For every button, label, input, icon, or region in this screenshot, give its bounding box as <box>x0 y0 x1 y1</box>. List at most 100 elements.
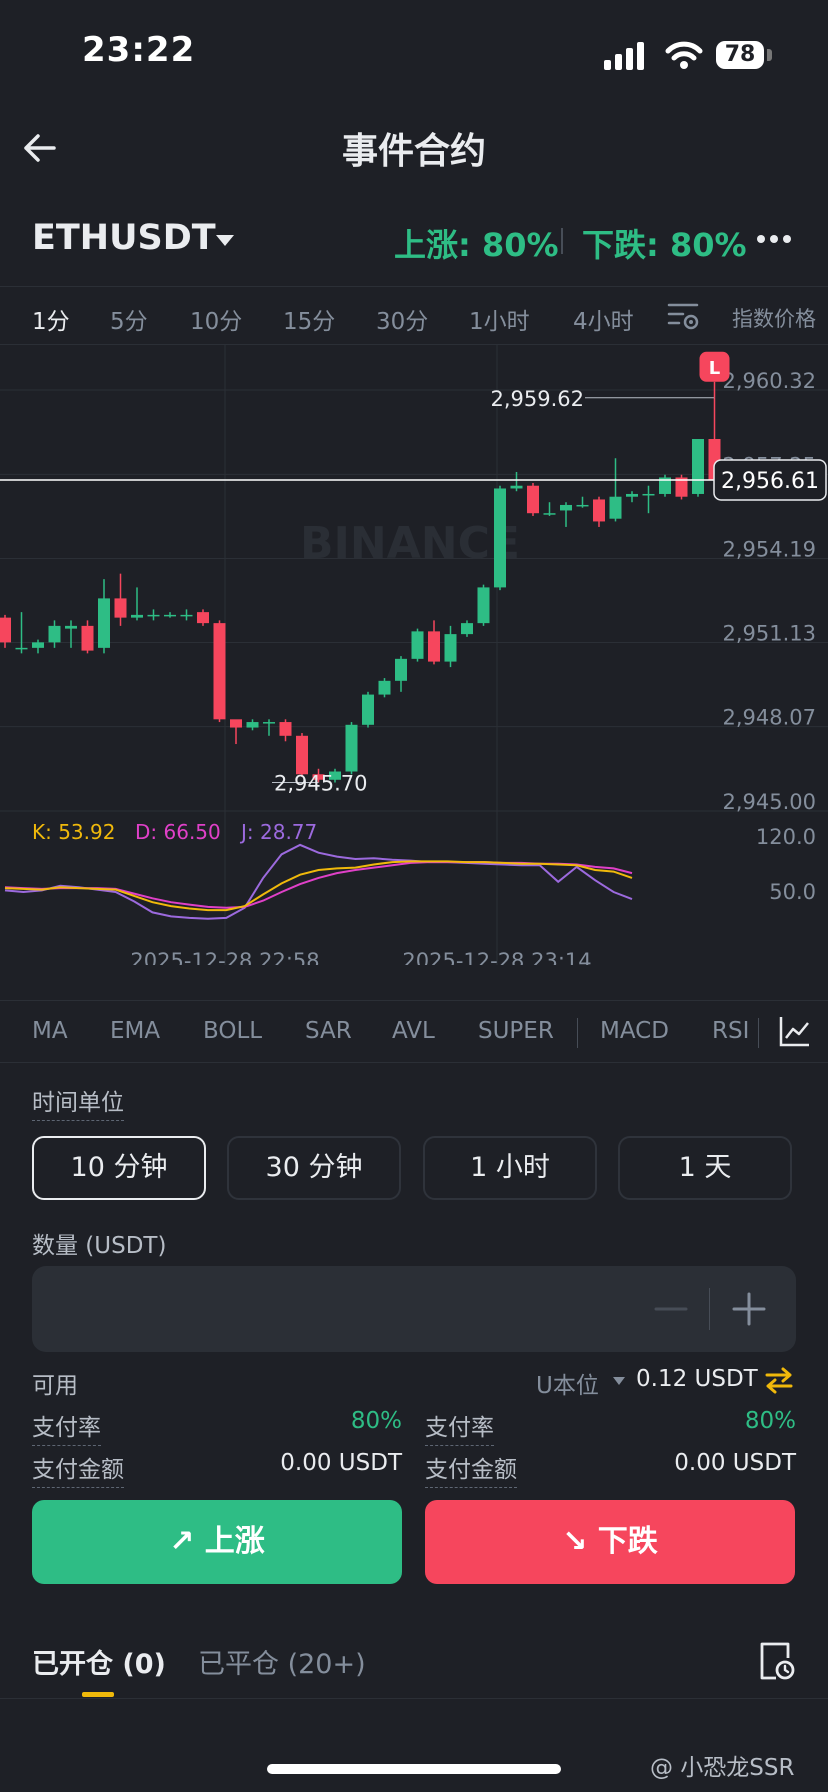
divider <box>0 1000 828 1001</box>
candle-body <box>461 623 473 635</box>
duration-30min[interactable]: 30 分钟 <box>227 1136 401 1200</box>
candle <box>246 719 259 731</box>
duration-10min[interactable]: 10 分钟 <box>32 1136 206 1200</box>
timeframe-1m[interactable]: 1分 <box>32 302 70 336</box>
candle <box>494 485 506 591</box>
indicator-super[interactable]: SUPER <box>478 1018 554 1044</box>
timeframe-4h[interactable]: 4小时 <box>573 302 634 336</box>
candle <box>362 691 374 728</box>
payout-amount-rise: 0.00 USDT <box>280 1450 402 1476</box>
candle-body <box>131 614 143 618</box>
time-unit-label: 时间单位 <box>32 1083 124 1121</box>
indicator-macd[interactable]: MACD <box>600 1018 669 1044</box>
available-balance: 0.12 USDT <box>636 1366 758 1392</box>
chart-settings-icon[interactable] <box>666 300 700 332</box>
timeframe-1h[interactable]: 1小时 <box>469 302 530 336</box>
position-marker-label: L <box>709 358 720 379</box>
candle <box>609 458 622 522</box>
candle <box>48 620 61 648</box>
candle <box>642 485 655 514</box>
timeframe-5m[interactable]: 5分 <box>110 302 148 336</box>
tab-closed-positions[interactable]: 已平仓 (20+) <box>198 1642 366 1681</box>
battery-cap <box>767 49 772 61</box>
fall-button[interactable]: ↘ 下跌 <box>425 1500 795 1584</box>
candle-body <box>378 680 391 695</box>
available-label: 可用 <box>32 1373 78 1399</box>
candle-body <box>692 439 704 494</box>
rise-button[interactable]: ↗ 上涨 <box>32 1500 402 1584</box>
more-icon[interactable] <box>755 228 793 250</box>
candle <box>114 573 127 626</box>
candle <box>197 609 209 626</box>
candle <box>527 482 539 516</box>
candle <box>560 502 572 527</box>
unit-select[interactable]: U本位 <box>536 1366 599 1400</box>
increase-amount-button[interactable] <box>730 1290 768 1328</box>
candle-body <box>0 617 11 643</box>
candle-body <box>213 623 226 720</box>
candle-body <box>576 504 589 507</box>
status-time: 23:22 <box>82 30 196 70</box>
candle <box>477 584 490 626</box>
candle <box>428 620 440 665</box>
indicator-ema[interactable]: EMA <box>110 1018 160 1044</box>
kdj-d-line <box>4 861 633 909</box>
arrow-down-right-icon: ↘ <box>562 1524 598 1559</box>
candle-body <box>180 614 193 617</box>
caret-down-icon[interactable] <box>214 232 236 248</box>
indicator-avl[interactable]: AVL <box>392 1018 435 1044</box>
x-tick-label: 2025-12-28 22:58 <box>130 949 319 965</box>
kdj-y-tick: 50.0 <box>769 880 816 904</box>
candle <box>147 609 160 621</box>
kdj-k-label: K: 53.92 <box>32 820 115 844</box>
candle <box>98 579 110 654</box>
history-icon[interactable] <box>756 1640 796 1682</box>
fall-payout-rate: 下跌: 80% <box>582 226 747 264</box>
duration-1d[interactable]: 1 天 <box>618 1136 792 1200</box>
wifi-icon <box>665 41 703 69</box>
price-chart[interactable]: BINANCE 2,960.322,957.252,954.192,951.13… <box>0 345 828 965</box>
chart-type-icon[interactable] <box>778 1014 812 1048</box>
tab-open-positions[interactable]: 已开仓 (0) <box>32 1642 166 1681</box>
high-price-label: 2,959.62 <box>490 387 584 411</box>
rise-payout-rate: 上涨: 80% <box>394 226 559 264</box>
y-tick-label: 2,945.00 <box>722 790 816 814</box>
timeframe-30m[interactable]: 30分 <box>376 302 428 336</box>
candle-body <box>246 722 259 728</box>
timeframe-10m[interactable]: 10分 <box>190 302 242 336</box>
kdj-j-line <box>4 843 633 920</box>
payout-amount-fall: 0.00 USDT <box>674 1450 796 1476</box>
candle-body <box>296 735 308 775</box>
caret-down-icon[interactable] <box>612 1376 626 1386</box>
fall-button-label: 下跌 <box>597 1524 658 1559</box>
candle-body <box>560 504 572 511</box>
y-tick-label: 2,951.13 <box>722 622 816 646</box>
indicator-rsi[interactable]: RSI <box>712 1018 749 1044</box>
candle-body <box>543 513 556 515</box>
candle-body <box>593 499 605 522</box>
payout-amount-label-rise: 支付金额 <box>32 1450 124 1488</box>
battery-icon: 78 <box>716 41 764 69</box>
kdj-k-line <box>4 860 633 912</box>
divider <box>577 1018 578 1048</box>
candle <box>296 733 308 778</box>
timeframe-15m[interactable]: 15分 <box>283 302 335 336</box>
indicator-sar[interactable]: SAR <box>305 1018 352 1044</box>
candle-body <box>609 496 622 519</box>
active-tab-indicator <box>82 1692 114 1697</box>
candle-body <box>263 722 275 724</box>
candle <box>461 620 473 637</box>
candle-body <box>444 634 457 662</box>
duration-1h[interactable]: 1 小时 <box>423 1136 597 1200</box>
transfer-icon[interactable] <box>764 1366 794 1394</box>
index-price-tab[interactable]: 指数价格 <box>732 303 816 333</box>
candle-body <box>510 485 523 489</box>
candle-body <box>494 488 506 588</box>
decrease-amount-button[interactable] <box>650 1290 692 1328</box>
payout-rate-fall: 80% <box>744 1408 796 1434</box>
divider <box>561 228 563 254</box>
indicator-ma[interactable]: MA <box>32 1018 68 1044</box>
symbol-selector[interactable]: ETHUSDT <box>32 218 216 258</box>
indicator-boll[interactable]: BOLL <box>203 1018 262 1044</box>
candle-body <box>65 625 77 629</box>
